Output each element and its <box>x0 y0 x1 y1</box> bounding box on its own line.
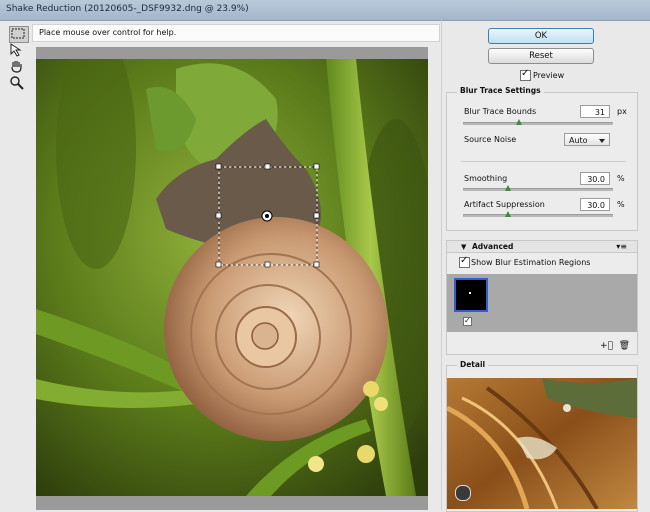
region-thumbnail[interactable] <box>454 278 488 312</box>
smoothing-unit: % <box>617 174 625 183</box>
disclosure-triangle-icon[interactable]: ▼ <box>461 243 466 251</box>
add-region-icon[interactable]: +⃞ <box>600 341 613 351</box>
title-bar: Shake Reduction (20120605-_DSF9932.dng @… <box>0 0 650 21</box>
tool-panel <box>0 21 30 510</box>
blur-trace-bounds-slider[interactable] <box>463 119 613 125</box>
blur-estimation-tool-icon[interactable] <box>9 26 29 43</box>
detail-loupe[interactable] <box>447 378 637 509</box>
blur-kernel-dot <box>469 292 471 294</box>
preview-checkbox[interactable]: ✓ <box>520 68 531 81</box>
detail-panel: Detail <box>446 360 638 512</box>
region-list: ✓ <box>447 274 637 332</box>
checkmark-icon: ✓ <box>521 68 530 79</box>
artifact-suppression-slider[interactable] <box>463 211 613 217</box>
zoom-tool-icon[interactable] <box>9 75 27 90</box>
hint-bar: Place mouse over control for help. <box>32 24 440 42</box>
hint-text: Place mouse over control for help. <box>39 28 177 37</box>
slider-thumb[interactable] <box>505 185 511 191</box>
hand-tool-icon[interactable] <box>9 59 27 74</box>
artifact-suppression-input[interactable]: 30.0 <box>580 198 610 211</box>
region-enable-checkbox[interactable]: ✓ <box>463 316 472 326</box>
slider-thumb[interactable] <box>516 119 522 125</box>
blur-trace-bounds-input[interactable]: 31 <box>580 105 610 118</box>
window-title: Shake Reduction (20120605-_DSF9932.dng @… <box>6 4 249 14</box>
divider <box>461 161 626 162</box>
canvas-border-bottom <box>36 496 428 510</box>
trash-icon[interactable]: 🗑 <box>619 341 630 351</box>
smoothing-input[interactable]: 30.0 <box>580 172 610 185</box>
advanced-header: Advanced <box>472 242 514 251</box>
checkmark-icon: ✓ <box>464 316 471 325</box>
blur-direction-tool-icon[interactable] <box>9 43 27 58</box>
smoothing-label: Smoothing <box>464 174 508 183</box>
detail-header: Detail <box>457 360 489 369</box>
artifact-suppression-unit: % <box>617 200 625 209</box>
chevron-down-icon <box>599 139 605 143</box>
source-noise-label: Source Noise <box>464 135 517 144</box>
preview-label: Preview <box>533 71 565 80</box>
panel-separator <box>441 20 442 510</box>
canvas-border-top <box>36 47 428 59</box>
blur-trace-settings-header: Blur Trace Settings <box>457 86 544 95</box>
show-blur-regions-label: Show Blur Estimation Regions <box>471 258 591 267</box>
artifact-suppression-label: Artifact Suppression <box>464 200 545 209</box>
source-noise-value: Auto <box>569 136 588 145</box>
show-blur-regions-checkbox[interactable]: ✓ <box>459 255 470 268</box>
slider-thumb[interactable] <box>505 211 511 217</box>
blur-trace-bounds-unit: px <box>617 107 627 116</box>
advanced-header-bar: ▼ Advanced ▾≡ <box>447 241 637 253</box>
panel-menu-icon[interactable]: ▾≡ <box>616 242 627 251</box>
advanced-panel: ▼ Advanced ▾≡ ✓ Show Blur Estimation Reg… <box>446 240 638 355</box>
snail-photo <box>36 59 428 496</box>
loupe-locate-icon[interactable] <box>455 485 471 501</box>
ok-button[interactable]: OK <box>488 28 594 44</box>
image-preview-canvas[interactable] <box>36 59 428 496</box>
blur-trace-settings-panel: Blur Trace Settings Blur Trace Bounds 31… <box>446 86 638 231</box>
source-noise-select[interactable]: Auto <box>564 133 610 146</box>
detail-image <box>447 378 637 509</box>
checkmark-icon: ✓ <box>460 255 469 266</box>
blur-trace-bounds-label: Blur Trace Bounds <box>464 107 537 116</box>
smoothing-slider[interactable] <box>463 185 613 191</box>
reset-button[interactable]: Reset <box>488 48 594 64</box>
